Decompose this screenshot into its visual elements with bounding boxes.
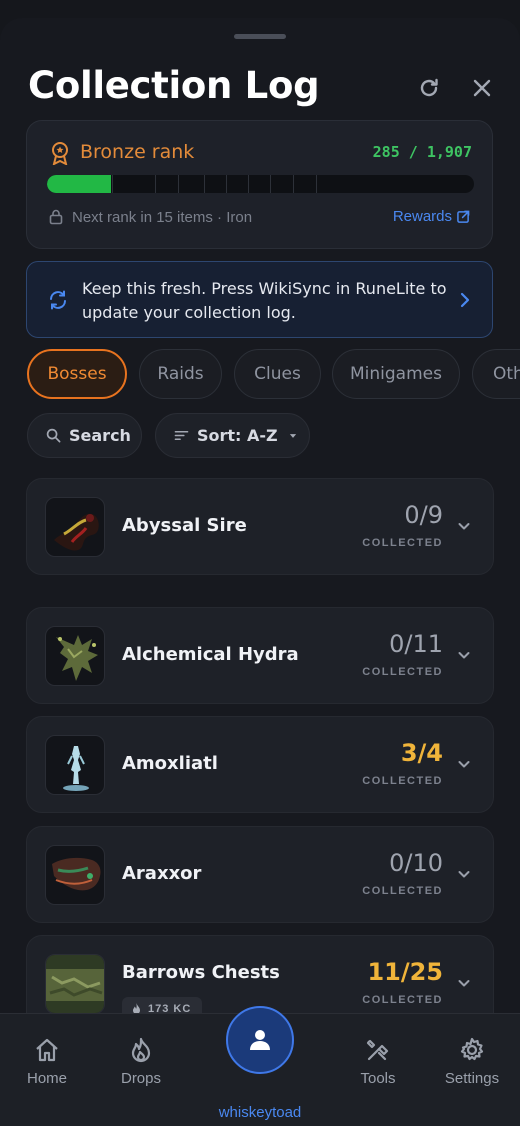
chevron-down-icon [458,871,470,878]
chevron-down-icon [458,980,470,987]
boss-name: Barrows Chests [122,962,280,983]
rewards-label: Rewards [392,208,452,225]
chevron-right-icon [460,292,470,308]
sort-button[interactable]: Sort: A-Z [155,413,310,458]
progress-tick [316,175,317,193]
boss-count: 0/9 [404,501,443,529]
bottom-navigation: Home Drops whiskeytoad Tools Settings [0,1006,520,1126]
lock-icon [49,209,63,225]
dropdown-caret-icon [289,433,296,438]
collected-label: COLLECTED [362,885,443,897]
alchemical-hydra-image [56,635,98,681]
boss-count: 0/11 [389,630,443,658]
tab-other[interactable]: Oth [472,349,520,399]
boss-thumbnail [45,735,105,795]
rank-count: 285 / 1,907 [372,143,472,161]
chevron-down-icon [458,761,470,768]
close-button[interactable] [466,72,498,104]
sheet-grabber[interactable] [234,34,286,39]
tab-raids[interactable]: Raids [139,349,222,399]
nav-username[interactable]: whiskeytoad [180,1104,340,1121]
nav-drops[interactable]: Drops [96,1036,186,1087]
boss-name: Alchemical Hydra [122,644,299,665]
rank-progress-bar [47,175,474,193]
rank-badge-icon [52,142,68,165]
boss-name: Araxxor [122,863,202,884]
boss-count: 11/25 [367,958,443,986]
user-icon [250,1030,270,1050]
next-rank-text: Next rank in 15 items · Iron [72,209,253,226]
nav-drops-label: Drops [120,1070,161,1087]
boss-card-abyssal-sire[interactable]: Abyssal Sire 0/9 COLLECTED [26,478,494,575]
rank-progress-fill [47,175,112,193]
boss-count: 3/4 [400,739,443,767]
close-icon [473,79,491,97]
search-label: Search [69,426,131,445]
collected-label: COLLECTED [362,775,443,787]
progress-tick [178,175,179,193]
external-link-icon [457,210,470,223]
rewards-link[interactable]: Rewards [393,208,470,225]
nav-home-label: Home [26,1070,67,1087]
flame-icon [131,1037,151,1063]
nav-tools[interactable]: Tools [333,1036,423,1087]
progress-tick [293,175,294,193]
refresh-icon [420,78,438,97]
tab-bosses[interactable]: Bosses [27,349,127,399]
sort-icon [174,431,189,440]
wikisync-text: Keep this fresh. Press WikiSync in RuneL… [82,279,447,322]
collected-label: COLLECTED [362,994,443,1006]
sync-icon [50,290,66,310]
boss-card-amoxliatl[interactable]: Amoxliatl 3/4 COLLECTED [26,716,494,813]
barrows-chests-image [46,955,104,1013]
nav-profile-button[interactable] [226,1006,294,1074]
amoxliatl-image [63,746,89,791]
boss-count: 0/10 [389,849,443,877]
rank-name: Bronze rank [80,141,195,163]
boss-thumbnail [45,626,105,686]
progress-tick [248,175,249,193]
nav-tools-label: Tools [360,1070,396,1087]
chevron-down-icon [458,523,470,530]
nav-settings[interactable]: Settings [427,1036,517,1087]
rank-card: Bronze rank 285 / 1,907 Next rank in 15 … [26,120,493,249]
progress-tick [270,175,271,193]
tools-icon [366,1039,389,1061]
tab-clues[interactable]: Clues [234,349,321,399]
progress-tick [155,175,156,193]
progress-tick [226,175,227,193]
collected-label: COLLECTED [362,666,443,678]
wikisync-banner[interactable]: Keep this fresh. Press WikiSync in RuneL… [26,261,493,338]
search-button[interactable]: Search [27,413,142,458]
category-tabs: Bosses Raids Clues Minigames Oth [27,349,520,399]
boss-thumbnail [45,497,105,557]
boss-name: Amoxliatl [122,753,218,774]
collected-label: COLLECTED [362,537,443,549]
boss-thumbnail [45,954,105,1014]
search-icon [46,428,61,443]
boss-card-alchemical-hydra[interactable]: Alchemical Hydra 0/11 COLLECTED [26,607,494,704]
araxxor-image [52,857,101,891]
boss-thumbnail [45,845,105,905]
boss-card-araxxor[interactable]: Araxxor 0/10 COLLECTED [26,826,494,923]
home-icon [36,1038,58,1062]
page-title: Collection Log [28,64,320,107]
gear-icon [460,1037,484,1061]
nav-settings-label: Settings [444,1070,500,1087]
refresh-button[interactable] [413,72,445,104]
collection-log-sheet: Collection Log Bronze rank 285 / 1,907 N… [0,18,520,1126]
progress-tick [112,175,113,193]
boss-name: Abyssal Sire [122,515,247,536]
chevron-down-icon [458,652,470,659]
nav-home[interactable]: Home [2,1036,92,1087]
progress-tick [204,175,205,193]
abyssal-sire-image [54,513,99,551]
sort-label: Sort: A-Z [197,426,278,445]
tab-minigames[interactable]: Minigames [332,349,460,399]
